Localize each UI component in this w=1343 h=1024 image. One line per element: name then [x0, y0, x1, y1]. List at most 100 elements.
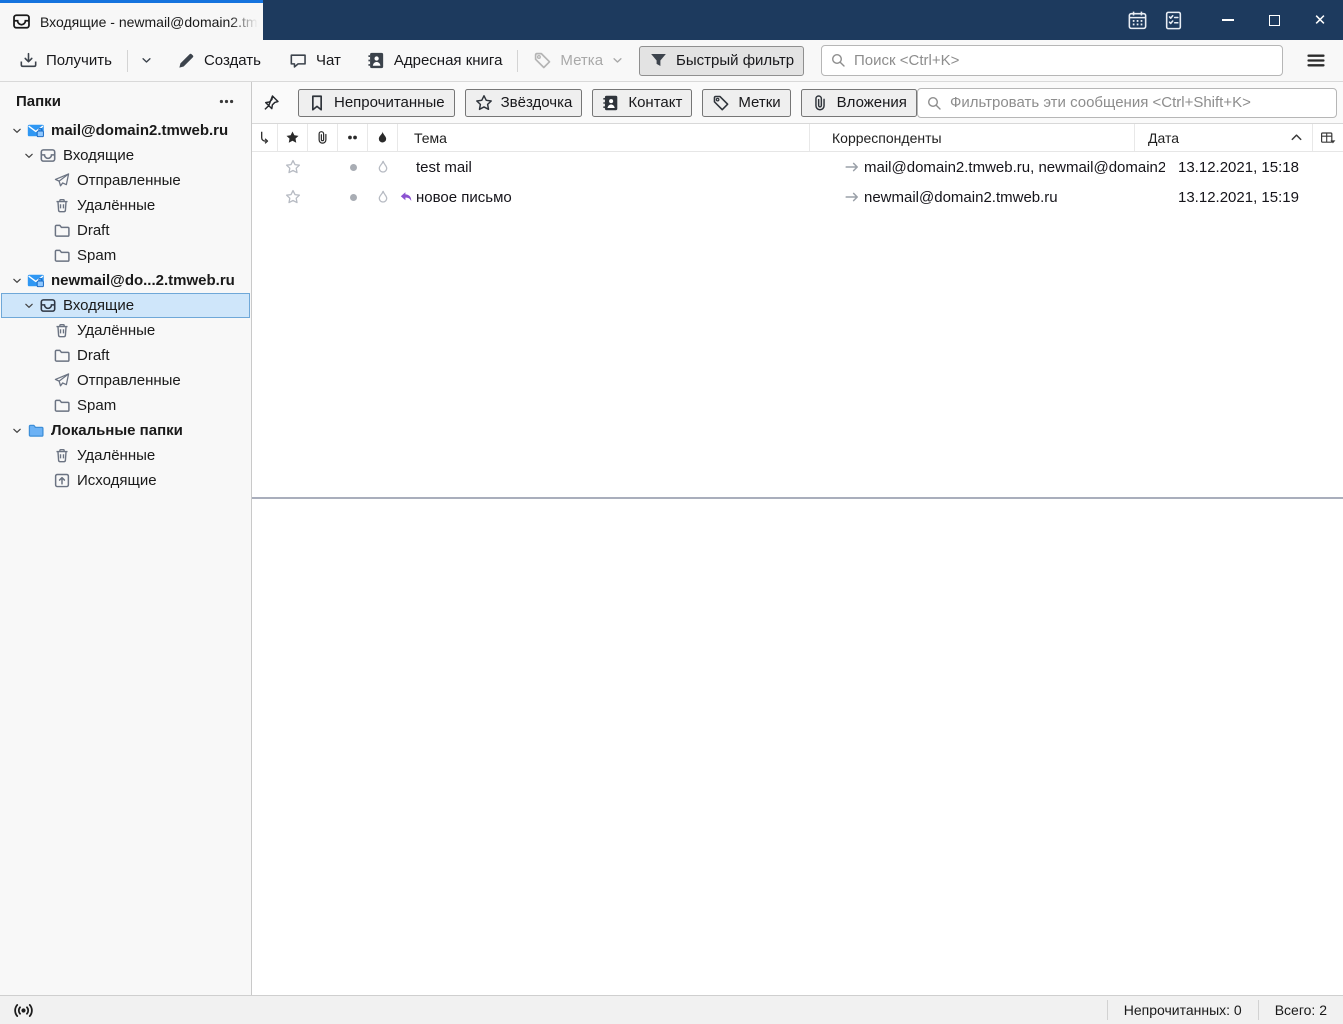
tag-icon	[712, 94, 730, 112]
pin-icon	[262, 94, 280, 112]
folder-item[interactable]: mail@domain2.tmweb.ru	[1, 118, 250, 143]
folder-item[interactable]: Удалённые	[1, 318, 250, 343]
chevron-down-icon[interactable]	[21, 298, 37, 314]
online-status-button[interactable]	[8, 999, 38, 1021]
folder-item[interactable]: Удалённые	[1, 193, 250, 218]
folder-blue-icon	[27, 422, 45, 439]
folder-pane-title: Папки	[16, 92, 61, 110]
chevron-down-icon[interactable]	[9, 273, 25, 289]
quick-filter-toggle-button[interactable]: Быстрый фильтр	[639, 45, 805, 76]
folder-item[interactable]: Входящие	[1, 143, 250, 168]
folder-item[interactable]: Отправленные	[1, 168, 250, 193]
read-toggle[interactable]	[338, 182, 368, 212]
search-input[interactable]	[821, 45, 1283, 76]
folder-item[interactable]: newmail@do...2.tmweb.ru	[1, 268, 250, 293]
message-date: 13.12.2021, 15:18	[1178, 158, 1299, 176]
star-outline-icon	[285, 189, 301, 205]
star-filled-icon	[285, 130, 300, 145]
column-thread[interactable]	[252, 124, 278, 151]
folder-item[interactable]: Draft	[1, 218, 250, 243]
search-icon	[926, 95, 942, 111]
outbox-icon	[53, 472, 71, 489]
filter-unread-button[interactable]: Непрочитанные	[298, 88, 455, 117]
inbox-icon	[39, 147, 57, 164]
chat-bubble-icon	[289, 51, 308, 70]
flame-outline-icon	[375, 159, 391, 175]
message-row[interactable]: test mail mail@domain2.tmweb.ru, newmail…	[252, 152, 1343, 182]
filter-attachment-button[interactable]: Вложения	[800, 88, 917, 117]
column-correspondents[interactable]: Корреспонденты	[810, 124, 1135, 151]
chevron-down-icon[interactable]	[21, 148, 37, 164]
star-toggle[interactable]	[278, 152, 308, 182]
column-picker-button[interactable]	[1313, 124, 1343, 151]
folder-item[interactable]: Draft	[1, 343, 250, 368]
broadcast-icon	[12, 1002, 35, 1019]
folder-pane-options-button[interactable]	[211, 91, 241, 111]
search-icon	[830, 52, 846, 68]
read-dots-icon	[345, 130, 360, 145]
app-window: Входящие - newmail@domain2.tmweb.ru ✕ По…	[0, 0, 1343, 1024]
minimize-button[interactable]	[1205, 0, 1251, 40]
sticky-filter-button[interactable]	[262, 89, 280, 117]
folder-item[interactable]: Spam	[1, 393, 250, 418]
column-junk[interactable]	[368, 124, 398, 151]
maximize-button[interactable]	[1251, 0, 1297, 40]
column-date[interactable]: Дата	[1135, 124, 1313, 151]
replied-icon	[398, 159, 414, 175]
get-mail-icon	[19, 51, 38, 70]
outgoing-arrow-icon	[844, 189, 860, 205]
app-menu-button[interactable]	[1297, 45, 1335, 77]
status-bar: Непрочитанных: 0 Всего: 2	[0, 995, 1343, 1024]
chat-button[interactable]: Чат	[280, 46, 350, 76]
folder-pane-header: Папки	[0, 82, 251, 118]
mail-tab[interactable]: Входящие - newmail@domain2.tmweb.ru	[0, 0, 263, 40]
get-messages-dropdown[interactable]	[134, 46, 160, 76]
junk-toggle[interactable]	[368, 152, 398, 182]
tasks-button[interactable]	[1155, 0, 1191, 40]
write-button[interactable]: Создать	[168, 46, 270, 76]
close-button[interactable]: ✕	[1297, 0, 1343, 40]
folder-item[interactable]: Локальные папки	[1, 418, 250, 443]
sent-icon	[53, 372, 71, 389]
get-messages-button[interactable]: Получить	[10, 46, 121, 76]
folder-item[interactable]: Входящие	[1, 293, 250, 318]
mail-pane: Непрочитанные Звёздочка Контакт Метки Вл…	[252, 82, 1343, 995]
account-mail-icon	[27, 122, 45, 139]
funnel-icon	[649, 51, 668, 70]
chevron-down-icon	[611, 54, 624, 67]
message-list-header: Тема Корреспонденты Дата	[252, 124, 1343, 152]
folder-icon	[53, 222, 71, 239]
sort-ascending-icon	[1289, 130, 1304, 145]
star-outline-icon	[285, 159, 301, 175]
message-row[interactable]: новое письмо newmail@domain2.tmweb.ru 13…	[252, 182, 1343, 212]
quick-filter-search	[916, 87, 1337, 118]
folder-item[interactable]: Удалённые	[1, 443, 250, 468]
column-read[interactable]	[338, 124, 368, 151]
star-icon	[475, 94, 493, 112]
address-book-button[interactable]: Адресная книга	[358, 46, 512, 76]
message-rows: test mail mail@domain2.tmweb.ru, newmail…	[252, 152, 1343, 497]
junk-toggle[interactable]	[368, 182, 398, 212]
calendar-button[interactable]	[1119, 0, 1155, 40]
star-toggle[interactable]	[278, 182, 308, 212]
filter-contact-button[interactable]: Контакт	[592, 88, 693, 117]
filter-starred-button[interactable]: Звёздочка	[464, 88, 583, 117]
folder-item[interactable]: Исходящие	[1, 468, 250, 493]
chevron-down-icon[interactable]	[9, 123, 25, 139]
hamburger-icon	[1306, 52, 1326, 69]
filter-tags-button[interactable]: Метки	[702, 88, 791, 117]
sent-icon	[53, 172, 71, 189]
folder-item[interactable]: Отправленные	[1, 368, 250, 393]
read-toggle[interactable]	[338, 152, 368, 182]
tag-icon	[533, 51, 552, 70]
column-subject[interactable]: Тема	[398, 124, 810, 151]
chevron-down-icon[interactable]	[9, 423, 25, 439]
titlebar-drag-area	[263, 0, 1119, 40]
global-search	[821, 45, 1283, 76]
column-starred[interactable]	[278, 124, 308, 151]
address-book-icon	[602, 94, 620, 112]
tag-button[interactable]: Метка	[524, 46, 633, 76]
folder-item[interactable]: Spam	[1, 243, 250, 268]
quick-filter-input[interactable]	[916, 87, 1337, 118]
column-attachment[interactable]	[308, 124, 338, 151]
